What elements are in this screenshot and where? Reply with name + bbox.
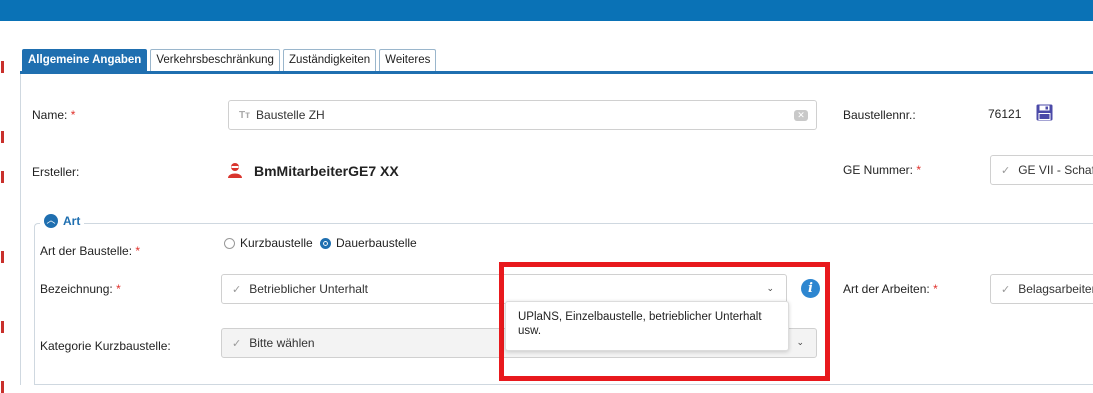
clear-icon[interactable]: ✕ <box>794 110 808 121</box>
check-icon: ✓ <box>1001 283 1011 296</box>
tab-verkehrsbeschraenkung[interactable]: Verkehrsbeschränkung <box>150 49 280 71</box>
radio-dauerbaustelle-dot[interactable] <box>320 237 331 249</box>
tab-zustaendigkeiten[interactable]: Zuständigkeiten <box>282 49 377 71</box>
check-icon: ✓ <box>232 337 242 350</box>
art-legend-label: Art <box>63 214 81 228</box>
kategorie-placeholder: Bitte wählen <box>249 336 315 350</box>
chevron-up-icon[interactable]: ︿ <box>44 214 58 228</box>
bezeichnung-value: Betrieblicher Unterhalt <box>249 282 368 296</box>
art-der-arbeiten-label: Art der Arbeiten: * <box>843 282 938 296</box>
baustellennr-label: Baustellennr.: <box>843 108 916 122</box>
ge-nummer-label: GE Nummer: * <box>843 163 922 177</box>
radio-kurzbaustelle-label: Kurzbaustelle <box>240 236 313 250</box>
check-icon: ✓ <box>232 283 242 296</box>
radio-kurzbaustelle[interactable]: Kurzbaustelle <box>224 236 313 250</box>
art-der-arbeiten-value: Belagsarbeiten <box>1018 282 1093 296</box>
tab-bar: Allgemeine Angaben Verkehrsbeschränkung … <box>22 49 437 71</box>
name-input[interactable]: Tт Baustelle ZH ✕ <box>228 100 817 130</box>
name-label: Name: * <box>32 108 76 122</box>
left-edge <box>0 21 6 393</box>
baustellennr-value: 76121 <box>988 107 1022 121</box>
art-der-arbeiten-select[interactable]: ✓ Belagsarbeiten <box>990 274 1093 304</box>
tab-allgemeine-angaben[interactable]: Allgemeine Angaben <box>22 49 148 71</box>
bezeichnung-label: Bezeichnung: * <box>40 282 121 296</box>
radio-dauerbaustelle[interactable]: Dauerbaustelle <box>320 236 417 250</box>
ge-nummer-select[interactable]: ✓ GE VII - Schaf <box>990 155 1093 185</box>
tab-weiteres[interactable]: Weiteres <box>379 49 437 71</box>
art-der-baustelle-label: Art der Baustelle: * <box>40 244 141 258</box>
kategorie-label: Kategorie Kurzbaustelle: <box>40 339 171 353</box>
app-top-bar <box>0 0 1093 21</box>
check-icon: ✓ <box>1001 164 1011 177</box>
save-icon[interactable] <box>1036 104 1053 121</box>
radio-dauerbaustelle-label: Dauerbaustelle <box>336 236 417 250</box>
ersteller-label: Ersteller: <box>32 165 80 179</box>
name-input-value: Baustelle ZH <box>256 108 325 122</box>
art-legend[interactable]: ︿ Art <box>40 214 85 228</box>
text-type-icon: Tт <box>239 109 251 121</box>
user-icon <box>227 162 243 179</box>
ge-nummer-value: GE VII - Schaf <box>1018 163 1093 177</box>
ersteller-value: BmMitarbeiterGE7 XX <box>254 163 399 179</box>
radio-kurzbaustelle-dot[interactable] <box>224 237 235 249</box>
info-tooltip: UPlaNS, Einzelbaustelle, betrieblicher U… <box>505 301 789 351</box>
